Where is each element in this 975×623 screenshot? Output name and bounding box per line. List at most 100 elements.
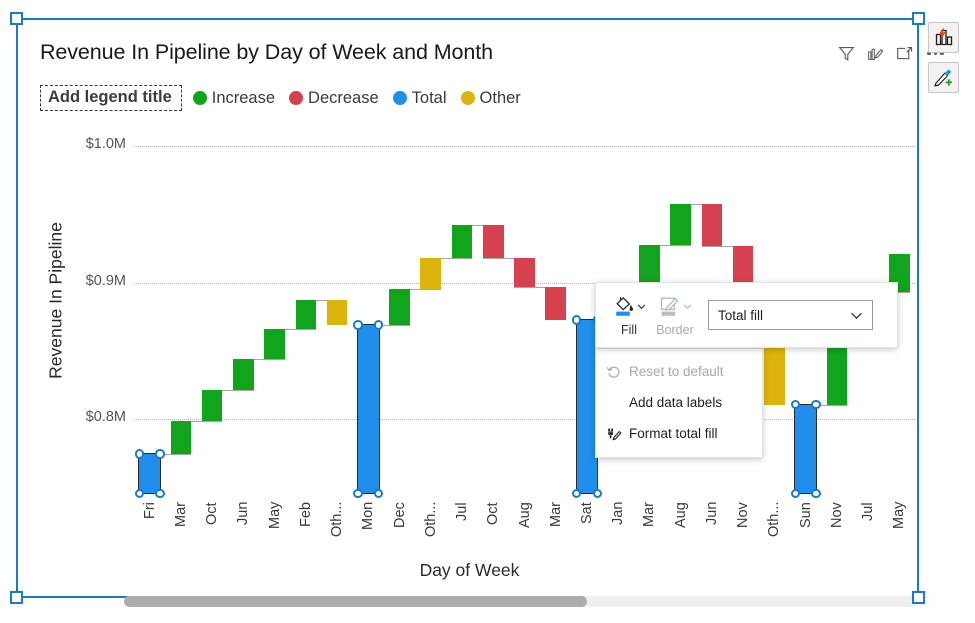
x-axis-tick-label: Mar: [172, 502, 189, 527]
fill-button[interactable]: Fill: [606, 294, 652, 337]
format-pane-button[interactable]: [928, 62, 959, 93]
visual-container[interactable]: Revenue In Pipeline by Day of Week and M…: [16, 18, 944, 607]
fill-icon-row: [613, 294, 646, 320]
waterfall-bar-increase[interactable]: [295, 300, 317, 329]
legend-item-total[interactable]: Total: [392, 89, 447, 108]
bar-selection-handle[interactable]: [373, 488, 384, 499]
x-axis-tick-label: Oth...: [329, 502, 346, 538]
waterfall-bar-increase[interactable]: [201, 389, 223, 422]
x-axis-tick-label: Nov: [735, 502, 752, 528]
x-axis-tick-label: Oth...: [422, 502, 439, 538]
waterfall-bar-increase[interactable]: [639, 245, 660, 284]
chevron-down-icon: [683, 304, 691, 310]
waterfall-bar-decrease[interactable]: [482, 225, 504, 259]
waterfall-bar-increase[interactable]: [451, 225, 473, 259]
waterfall-bar-increase[interactable]: [170, 421, 192, 454]
bar-selection-handle[interactable]: [155, 449, 165, 459]
context-menu-label-reset: Reset to default: [629, 364, 724, 379]
focus-mode-icon[interactable]: [896, 45, 913, 62]
x-axis-tick-label: Sat: [578, 502, 595, 524]
waterfall-bar-other[interactable]: [326, 300, 348, 325]
bar-selection-handle[interactable]: [811, 488, 821, 499]
x-axis-tick-label: Aug: [516, 502, 533, 528]
chevron-down-icon[interactable]: [850, 309, 863, 322]
y-axis-title: Revenue In Pipeline: [45, 222, 66, 379]
x-axis-tick-label: Dec: [391, 502, 408, 528]
fill-target-dropdown[interactable]: Total fill: [708, 300, 873, 330]
waterfall-bar-total[interactable]: [138, 452, 161, 495]
legend-item-other[interactable]: Other: [460, 88, 521, 108]
legend-swatch-increase: [192, 91, 207, 105]
resize-handle-bottom-left[interactable]: [10, 591, 23, 604]
border-button-label: Border: [656, 322, 694, 337]
legend-item-decrease[interactable]: Decrease: [289, 89, 379, 108]
bar-selection-handle[interactable]: [373, 320, 384, 330]
y-axis-tick-label: $0.8M: [85, 409, 126, 425]
drill-edit-icon[interactable]: [867, 45, 884, 62]
bar-selection-handle[interactable]: [155, 488, 165, 499]
x-axis-tick-label: Jul: [454, 502, 471, 521]
border-icon-row: [659, 294, 692, 320]
bar-selection-handle[interactable]: [790, 488, 801, 499]
waterfall-bar-total[interactable]: [794, 403, 817, 495]
waterfall-bar-decrease[interactable]: [701, 203, 723, 246]
waterfall-bar-decrease[interactable]: [545, 286, 567, 321]
x-axis-tick-label: Jun: [703, 502, 720, 526]
x-axis-tick-label: Oct: [485, 502, 502, 525]
resize-handle-top-right[interactable]: [912, 12, 925, 25]
x-axis-tick-label: May: [891, 502, 908, 530]
x-axis-tick-label: Mar: [641, 502, 658, 527]
bar-selection-handle[interactable]: [134, 449, 145, 459]
fill-mini-toolbar: Fill Border Total fill: [595, 282, 898, 348]
context-menu-label-add-data-labels: Add data labels: [629, 395, 723, 410]
context-menu-item-format-total-fill[interactable]: Format total fill: [596, 418, 762, 449]
x-axis-title: Day of Week: [419, 560, 520, 580]
format-brush-icon: [608, 428, 622, 440]
x-axis-tick-label: Aug: [672, 502, 689, 528]
filter-icon[interactable]: [838, 45, 855, 62]
waterfall-bar-increase[interactable]: [389, 289, 410, 325]
chevron-down-icon[interactable]: [637, 302, 646, 311]
power-bi-report-canvas: Revenue In Pipeline by Day of Week and M…: [0, 0, 975, 623]
legend-label-decrease: Decrease: [308, 88, 379, 107]
legend-title-placeholder-text: Add legend title: [48, 88, 172, 106]
waterfall-bar-increase[interactable]: [233, 359, 254, 390]
resize-handle-top-left[interactable]: [10, 12, 23, 25]
waterfall-bar-total[interactable]: [357, 323, 380, 495]
x-axis-tick-label: Jul: [860, 502, 877, 521]
waterfall-bar-other[interactable]: [420, 258, 442, 290]
waterfall-bar-increase[interactable]: [264, 329, 285, 359]
gridline: [134, 146, 915, 148]
border-button: Border: [652, 294, 698, 337]
horizontal-scrollbar-track[interactable]: [124, 596, 916, 607]
x-axis-tick-label: Oth...: [766, 502, 783, 538]
bar-selection-handle[interactable]: [353, 488, 363, 499]
bar-selection-handle[interactable]: [811, 399, 821, 410]
bar-selection-handle[interactable]: [353, 320, 363, 330]
x-axis-tick-label: Jan: [610, 502, 627, 526]
visualizations-icon: [935, 28, 953, 46]
bar-selection-handle[interactable]: [134, 488, 145, 499]
legend-item-increase[interactable]: Increase: [192, 89, 275, 108]
x-axis-tick-label: May: [266, 502, 283, 530]
analytics-pane-button[interactable]: [928, 22, 959, 53]
legend-swatch-total: [392, 91, 407, 105]
resize-handle-bottom-right[interactable]: [912, 591, 925, 604]
legend: Add legend title Increase Decrease Total…: [40, 85, 535, 111]
context-menu-item-reset-to-default: Reset to default: [596, 356, 762, 387]
waterfall-bar-decrease[interactable]: [514, 258, 535, 287]
fill-button-label: Fill: [621, 322, 637, 337]
legend-title-placeholder-box[interactable]: Add legend title: [40, 85, 182, 111]
waterfall-bar-increase[interactable]: [670, 203, 691, 246]
bar-selection-handle[interactable]: [592, 488, 603, 499]
legend-label-other: Other: [479, 88, 521, 107]
bar-selection-handle[interactable]: [571, 488, 582, 499]
context-menu-label-format-total-fill: Format total fill: [629, 426, 718, 441]
context-menu-item-add-data-labels[interactable]: Add data labels: [596, 387, 762, 418]
horizontal-scrollbar-thumb[interactable]: [124, 596, 588, 607]
border-pencil-icon: [660, 297, 678, 316]
x-axis-tick-label: Mon: [360, 502, 377, 531]
paint-bucket-icon: [615, 297, 633, 316]
x-axis-tick-label: Jun: [235, 502, 252, 526]
x-axis-tick-label: Oct: [204, 502, 221, 525]
